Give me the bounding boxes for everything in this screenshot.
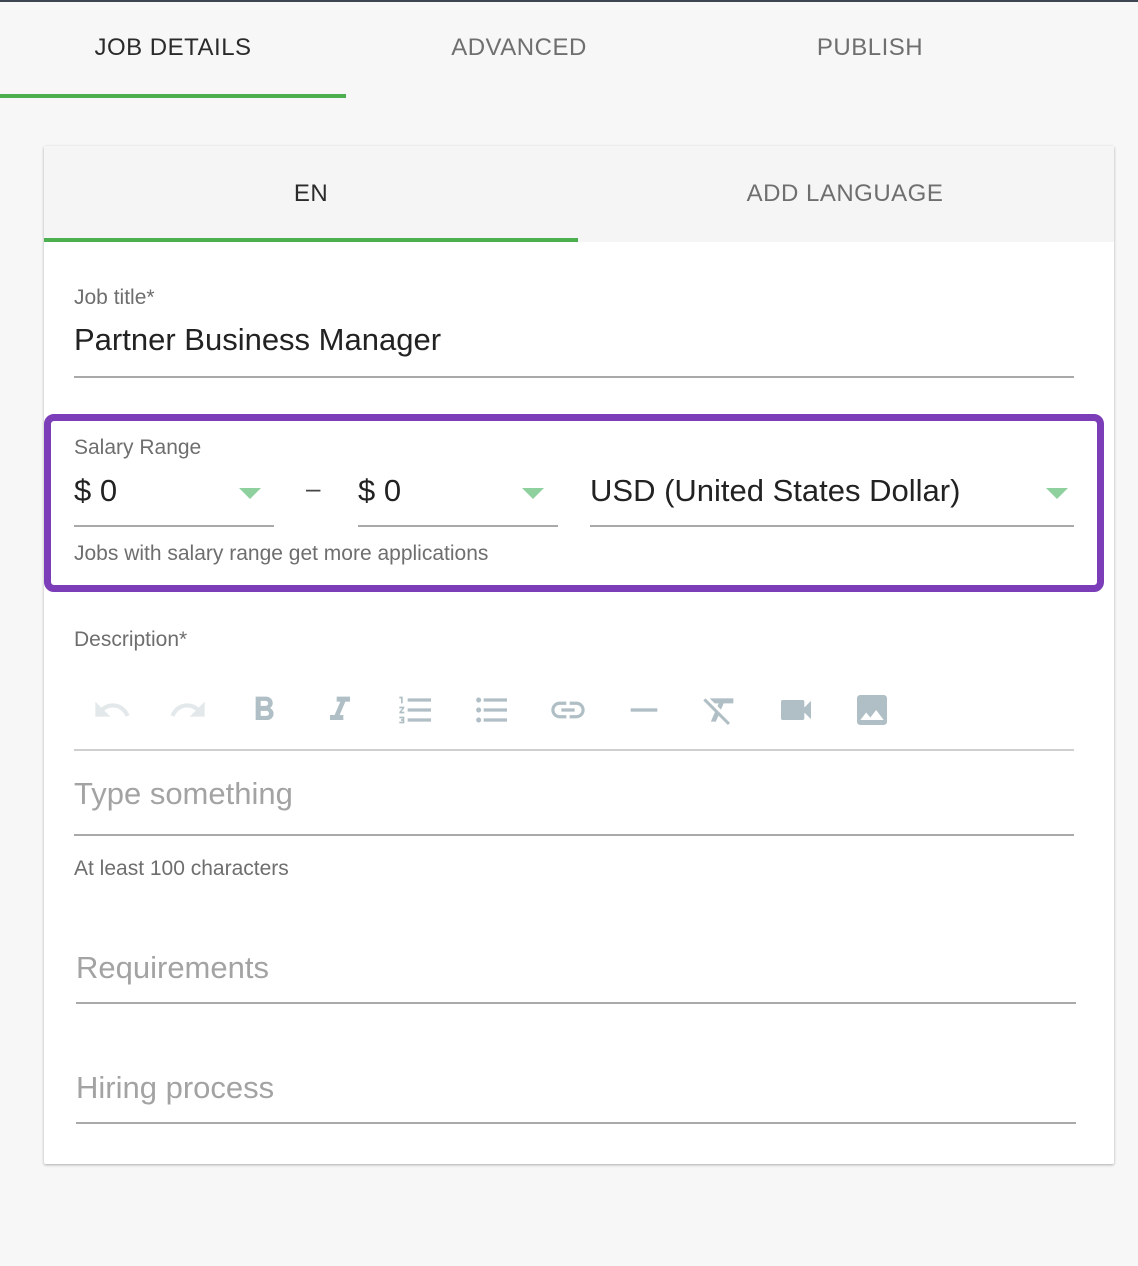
tab-advanced[interactable]: ADVANCED bbox=[346, 2, 692, 98]
description-underline bbox=[74, 834, 1074, 836]
job-title-input[interactable]: Partner Business Manager bbox=[74, 322, 441, 358]
job-title-underline bbox=[74, 376, 1074, 378]
toolbar-divider bbox=[74, 749, 1074, 751]
job-title-label: Job title* bbox=[74, 286, 155, 309]
clear-format-icon[interactable] bbox=[696, 686, 744, 734]
description-editor[interactable]: Type something bbox=[74, 776, 293, 812]
tab-language-en[interactable]: EN bbox=[44, 146, 578, 242]
description-label: Description* bbox=[74, 628, 188, 651]
tab-job-details[interactable]: JOB DETAILS bbox=[0, 2, 346, 98]
editor-toolbar bbox=[74, 686, 1074, 742]
horizontal-rule-icon[interactable] bbox=[620, 686, 668, 734]
bullet-list-icon[interactable] bbox=[468, 686, 516, 734]
video-icon[interactable] bbox=[772, 686, 820, 734]
undo-icon[interactable] bbox=[88, 686, 136, 734]
salary-range-highlight bbox=[44, 414, 1104, 592]
redo-icon[interactable] bbox=[164, 686, 212, 734]
link-icon[interactable] bbox=[544, 686, 592, 734]
italic-icon[interactable] bbox=[316, 686, 364, 734]
hiring-process-input[interactable]: Hiring process bbox=[76, 1070, 274, 1106]
tab-publish[interactable]: PUBLISH bbox=[697, 2, 1043, 98]
job-form-card: EN ADD LANGUAGE Job title* Partner Busin… bbox=[44, 146, 1114, 1164]
description-helper-text: At least 100 characters bbox=[74, 857, 289, 880]
bold-icon[interactable] bbox=[240, 686, 288, 734]
step-tabs: JOB DETAILS ADVANCED PUBLISH bbox=[0, 2, 1138, 98]
requirements-underline bbox=[76, 1002, 1076, 1004]
requirements-input[interactable]: Requirements bbox=[76, 950, 269, 986]
ordered-list-icon[interactable] bbox=[392, 686, 440, 734]
hiring-process-underline bbox=[76, 1122, 1076, 1124]
tab-add-language[interactable]: ADD LANGUAGE bbox=[578, 146, 1112, 242]
image-icon[interactable] bbox=[848, 686, 896, 734]
language-tabs: EN ADD LANGUAGE bbox=[44, 146, 1114, 242]
